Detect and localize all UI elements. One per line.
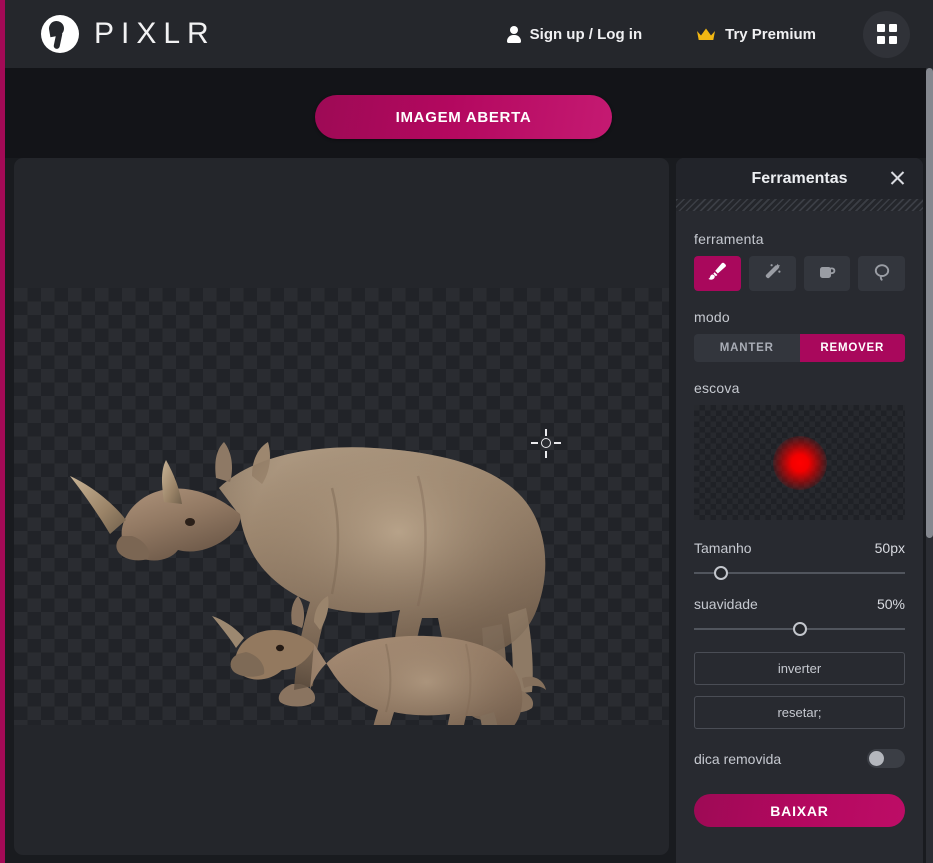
size-slider-track[interactable] xyxy=(694,566,905,580)
brush-blob-icon xyxy=(772,435,827,490)
magic-wand-tool-button[interactable] xyxy=(748,256,796,291)
left-accent-strip xyxy=(0,0,5,863)
lasso-icon xyxy=(870,260,894,287)
tools-panel: Ferramentas ferramenta modo MANTER REMOV… xyxy=(676,158,923,863)
mode-section-label: modo xyxy=(694,309,730,325)
brush-preview xyxy=(694,405,905,520)
shape-lasso-icon xyxy=(815,260,839,287)
invert-button[interactable]: inverter xyxy=(694,652,905,685)
size-slider-value: 50px xyxy=(874,540,905,556)
tools-panel-title: Ferramentas xyxy=(751,169,848,187)
crown-icon xyxy=(696,27,716,42)
smooth-slider-thumb[interactable] xyxy=(792,622,807,636)
mode-button-group: MANTER REMOVER xyxy=(694,334,905,362)
brush-tool-button[interactable] xyxy=(694,256,741,291)
size-slider-block: Tamanho 50px xyxy=(694,540,905,580)
app-header: PIXLR Sign up / Log in Try Premium xyxy=(0,0,933,68)
signup-login-button[interactable]: Sign up / Log in xyxy=(498,20,650,49)
lasso-tool-button[interactable] xyxy=(858,256,905,291)
smooth-slider-label: suavidade xyxy=(694,596,758,612)
mode-remove-button[interactable]: REMOVER xyxy=(799,334,905,362)
tool-section-label: ferramenta xyxy=(694,231,764,247)
page-scrollbar[interactable] xyxy=(926,68,933,863)
logo-wordmark: PIXLR xyxy=(94,17,216,50)
size-slider-thumb[interactable] xyxy=(714,566,729,580)
shape-select-tool-button[interactable] xyxy=(803,256,851,291)
open-image-bar: IMAGEM ABERTA xyxy=(0,68,933,158)
smooth-slider-track[interactable] xyxy=(694,622,905,636)
scrollbar-thumb[interactable] xyxy=(926,68,933,538)
toggle-knob xyxy=(869,751,884,766)
hatch-drag-handle-icon[interactable] xyxy=(676,199,923,211)
close-icon[interactable] xyxy=(888,169,907,188)
pixlr-logo[interactable]: PIXLR xyxy=(41,15,216,53)
canvas-panel[interactable] xyxy=(14,158,669,855)
tools-panel-header: Ferramentas xyxy=(676,158,923,199)
magic-wand-icon xyxy=(760,260,784,287)
grid-apps-icon xyxy=(876,24,897,44)
signup-login-label: Sign up / Log in xyxy=(529,25,643,43)
smooth-slider-value: 50% xyxy=(876,596,905,612)
removed-hint-toggle[interactable] xyxy=(867,749,905,768)
size-slider-label: Tamanho xyxy=(694,540,752,556)
brush-section-label: escova xyxy=(694,380,740,396)
tools-panel-body: ferramenta modo MANTER REMOVER escova Ta… xyxy=(676,211,923,827)
try-premium-label: Try Premium xyxy=(725,25,816,43)
removed-hint-row: dica removida xyxy=(694,749,905,768)
smooth-slider-block: suavidade 50% xyxy=(694,596,905,636)
apps-grid-button[interactable] xyxy=(863,10,910,58)
reset-button[interactable]: resetar; xyxy=(694,696,905,729)
download-button[interactable]: BAIXAR xyxy=(694,794,905,827)
mode-keep-button[interactable]: MANTER xyxy=(694,334,800,362)
tool-button-group xyxy=(694,256,905,291)
pixlr-leaf-logo-icon xyxy=(41,15,79,53)
person-icon xyxy=(506,25,521,43)
try-premium-button[interactable]: Try Premium xyxy=(688,20,824,49)
open-image-button[interactable]: IMAGEM ABERTA xyxy=(315,95,612,139)
image-canvas[interactable] xyxy=(14,288,669,725)
header-actions: Sign up / Log in Try Premium xyxy=(498,10,910,58)
removed-hint-label: dica removida xyxy=(694,750,782,767)
paintbrush-icon xyxy=(705,260,729,287)
